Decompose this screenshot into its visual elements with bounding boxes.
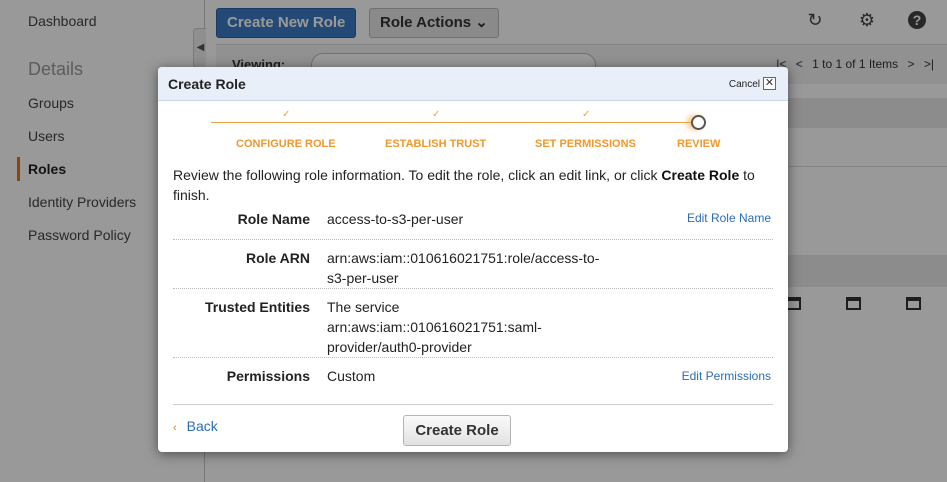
role-arn-value: arn:aws:iam::010616021751:role/access-to… — [327, 248, 627, 288]
role-arn-line: s3-per-user — [327, 270, 399, 286]
trusted-entities-value: The service arn:aws:iam::010616021751:sa… — [327, 297, 627, 357]
back-link[interactable]: ‹ Back — [173, 418, 218, 434]
check-icon: ✓ — [582, 109, 591, 120]
trusted-entities-line: arn:aws:iam::010616021751:saml- — [327, 319, 542, 335]
check-icon: ✓ — [432, 109, 441, 120]
intro-emphasis: Create Role — [661, 167, 740, 183]
step-set-permissions[interactable]: SET PERMISSIONS — [535, 138, 636, 150]
role-arn-label: Role ARN — [245, 250, 310, 266]
current-step-indicator — [691, 115, 706, 130]
intro-text: Review the following role information. T… — [173, 167, 662, 183]
trusted-entities-line: provider/auth0-provider — [327, 339, 472, 355]
back-label: Back — [186, 418, 218, 434]
trusted-entities-label: Trusted Entities — [204, 299, 310, 315]
wizard-progress-line — [211, 122, 696, 123]
close-icon[interactable]: ✕ — [763, 77, 776, 90]
row-divider — [173, 288, 773, 289]
dialog-header: Create Role Cancel ✕ — [158, 67, 788, 101]
create-role-button[interactable]: Create Role — [403, 415, 511, 446]
dialog-title: Create Role — [168, 76, 246, 92]
role-name-label: Role Name — [237, 211, 310, 227]
row-divider — [173, 239, 773, 240]
step-review: REVIEW — [677, 138, 721, 150]
edit-role-name-link[interactable]: Edit Role Name — [687, 211, 771, 225]
create-role-dialog: Create Role Cancel ✕ ✓ ✓ ✓ CONFIGURE ROL… — [158, 67, 788, 452]
permissions-label: Permissions — [226, 368, 310, 384]
permissions-value: Custom — [327, 368, 376, 384]
chevron-left-icon: ‹ — [173, 422, 177, 434]
cancel-link[interactable]: Cancel — [729, 79, 760, 90]
footer-divider — [173, 404, 773, 405]
step-establish-trust[interactable]: ESTABLISH TRUST — [385, 138, 486, 150]
step-configure-role[interactable]: CONFIGURE ROLE — [236, 138, 336, 150]
edit-permissions-link[interactable]: Edit Permissions — [682, 369, 771, 383]
role-arn-line: arn:aws:iam::010616021751:role/access-to… — [327, 250, 600, 266]
review-instructions: Review the following role information. T… — [173, 165, 778, 205]
trusted-entities-line: The service — [327, 299, 400, 315]
row-divider — [173, 357, 773, 358]
check-icon: ✓ — [282, 109, 291, 120]
role-name-value: access-to-s3-per-user — [327, 211, 464, 227]
